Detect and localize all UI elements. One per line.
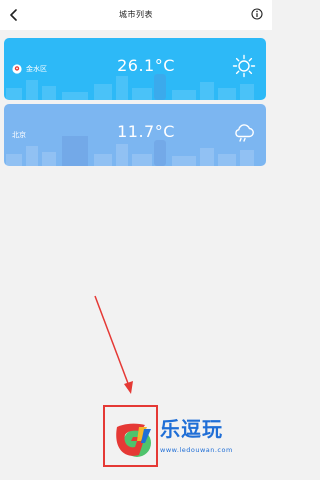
city-name: 金水区 — [26, 65, 47, 73]
brand-name: 乐逗玩 — [160, 417, 223, 441]
info-icon — [251, 8, 263, 20]
city-card[interactable]: 金水区 26.1°C — [4, 38, 266, 100]
location-pin-icon — [12, 64, 22, 74]
ledouwan-logo — [116, 423, 151, 457]
city-label: 北京 — [12, 130, 26, 140]
logo-highlight-box — [103, 405, 158, 467]
temperature: 11.7°C — [117, 122, 175, 141]
city-name: 北京 — [12, 131, 26, 139]
temperature: 26.1°C — [117, 56, 175, 75]
city-label: 金水区 — [12, 64, 47, 74]
cloud-rain-icon — [235, 124, 254, 142]
brand-url: www.ledouwan.com — [160, 446, 233, 454]
sun-icon — [232, 54, 256, 78]
city-card[interactable]: 北京 11.7°C — [4, 104, 266, 166]
info-button[interactable] — [250, 7, 264, 21]
top-bar: 城市列表 — [0, 0, 272, 30]
page-title: 城市列表 — [119, 10, 153, 19]
